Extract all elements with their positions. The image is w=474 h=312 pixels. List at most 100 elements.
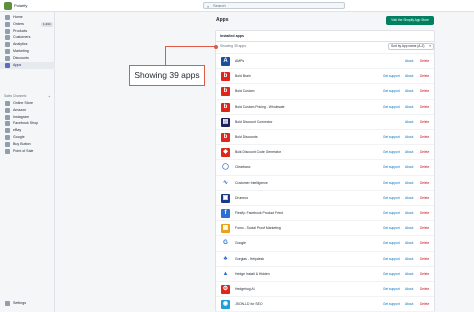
app-row: ▦ Fomo - Social Proof Marketing Get suppor… (216, 220, 434, 235)
about-link[interactable]: About (405, 191, 413, 206)
get-support-link[interactable]: Get support (383, 130, 400, 145)
discounts-icon (5, 55, 10, 61)
app-name: Hedge Install & Hidden (235, 271, 270, 276)
delete-link[interactable]: Delete (420, 191, 429, 206)
search-input[interactable]: ⌕ Search (203, 2, 345, 9)
app-logo-glyph: ⚙ (222, 286, 229, 292)
delete-link[interactable]: Delete (420, 69, 429, 84)
delete-link[interactable]: Delete (420, 221, 429, 236)
sidebar: Sales Channels + Home Orders 1,234 Products… (0, 12, 55, 312)
about-link[interactable]: About (405, 221, 413, 236)
about-link[interactable]: About (405, 54, 413, 69)
app-logo-icon: ▤ (221, 117, 230, 127)
get-support-link[interactable]: Get support (383, 252, 400, 267)
about-link[interactable]: About (405, 115, 413, 130)
about-link[interactable]: About (405, 130, 413, 145)
facebook-icon (5, 121, 10, 127)
get-support-link[interactable]: Get support (383, 221, 400, 236)
home-icon (5, 15, 10, 20)
about-link[interactable]: About (405, 252, 413, 267)
app-logo-glyph: f (224, 210, 227, 216)
about-link[interactable]: About (405, 100, 413, 115)
top-bar: Polarify ⌕ Search (0, 0, 474, 12)
get-support-link[interactable]: Get support (383, 236, 400, 251)
get-support-link[interactable]: Get support (383, 160, 400, 175)
app-logo-icon: ◆ (221, 148, 230, 158)
about-link[interactable]: About (405, 282, 413, 297)
about-link[interactable]: About (405, 84, 413, 99)
products-icon (5, 28, 10, 34)
sidebar-item-settings[interactable]: Settings (0, 300, 55, 307)
app-row: b Bold Custom Get support About Delete (216, 83, 434, 98)
about-link[interactable]: About (405, 160, 413, 175)
get-support-link[interactable]: Get support (383, 282, 400, 297)
app-name: AMPs (235, 59, 245, 63)
about-link[interactable]: About (405, 176, 413, 191)
callout-connector-vertical (165, 46, 166, 65)
app-row: ▤ Bold Discount Connector About Delete (216, 113, 434, 130)
delete-link[interactable]: Delete (420, 145, 429, 160)
app-name: JSON-LD for SEO (235, 302, 263, 307)
app-name: Google (235, 241, 246, 246)
delete-link[interactable]: Delete (420, 84, 429, 99)
app-name: Bold Discounts (235, 135, 258, 139)
about-link[interactable]: About (405, 69, 413, 84)
delete-link[interactable]: Delete (420, 160, 429, 175)
orders-count-badge: 1,234 (41, 21, 53, 27)
delete-link[interactable]: Delete (420, 236, 429, 251)
get-support-link[interactable]: Get support (383, 297, 400, 312)
get-support-link[interactable]: Get support (383, 206, 400, 221)
delete-link[interactable]: Delete (420, 282, 429, 297)
app-name: Drumroo (235, 195, 249, 200)
app-logo-glyph: b (223, 73, 228, 80)
get-support-link[interactable]: Get support (383, 84, 400, 99)
delete-link[interactable]: Delete (420, 130, 429, 145)
visit-app-store-button[interactable]: Visit the Shopify App Store (386, 16, 434, 25)
about-link[interactable]: About (405, 206, 413, 221)
get-support-link[interactable]: Get support (383, 191, 400, 206)
app-count-text: Showing 39 apps (220, 44, 247, 48)
app-logo-icon: ▦ (221, 224, 230, 234)
delete-link[interactable]: Delete (420, 115, 429, 130)
app-logo-glyph: ◆ (223, 149, 228, 156)
buy-button-icon (5, 141, 10, 147)
add-channel-icon[interactable]: + (48, 94, 50, 99)
app-logo-icon: ◉ (221, 300, 230, 310)
delete-link[interactable]: Delete (420, 176, 429, 191)
customers-icon (5, 35, 10, 41)
about-link[interactable]: About (405, 145, 413, 160)
delete-link[interactable]: Delete (420, 267, 429, 282)
get-support-link[interactable]: Get support (383, 176, 400, 191)
search-placeholder: Search (213, 3, 226, 8)
app-row: ⚙ Hedgehog AI Get support About Delete (216, 281, 434, 296)
delete-link[interactable]: Delete (420, 100, 429, 115)
app-logo-glyph: A (223, 58, 228, 64)
app-logo-icon: b (221, 102, 230, 112)
get-support-link[interactable]: Get support (383, 100, 400, 115)
delete-link[interactable]: Delete (420, 252, 429, 267)
about-link[interactable]: About (405, 297, 413, 312)
sort-select-value: Sort by App name (A-Z) (391, 44, 425, 48)
app-logo-glyph: b (223, 103, 228, 110)
about-link[interactable]: About (405, 236, 413, 251)
get-support-link[interactable]: Get support (383, 267, 400, 282)
chevron-down-icon: ▾ (429, 44, 431, 48)
sort-select[interactable]: Sort by App name (A-Z) ▾ (388, 43, 434, 50)
app-logo-glyph: ◉ (222, 301, 229, 308)
get-support-link[interactable]: Get support (383, 69, 400, 84)
app-row: ◆ Bulk Discount Code Generator Get support… (216, 144, 434, 159)
app-row: ▲ Hedge Install & Hidden Get support About D… (216, 265, 434, 282)
app-logo-icon: ▲ (221, 269, 230, 279)
get-support-link[interactable]: Get support (383, 145, 400, 160)
delete-link[interactable]: Delete (420, 297, 429, 312)
store-name[interactable]: Polarify (14, 2, 27, 10)
app-logo-icon: f (221, 209, 230, 218)
store-logo-icon[interactable] (4, 2, 12, 10)
about-link[interactable]: About (405, 267, 413, 282)
sidebar-item-apps[interactable]: Apps (0, 61, 55, 69)
app-row: f Flexify: Facebook Product Feed Get suppo… (216, 205, 434, 220)
delete-link[interactable]: Delete (420, 54, 429, 69)
sidebar-channel-point-of-sale[interactable]: Point of Sale (0, 148, 55, 155)
delete-link[interactable]: Delete (420, 206, 429, 221)
app-row: A AMPs About Delete (216, 53, 434, 68)
